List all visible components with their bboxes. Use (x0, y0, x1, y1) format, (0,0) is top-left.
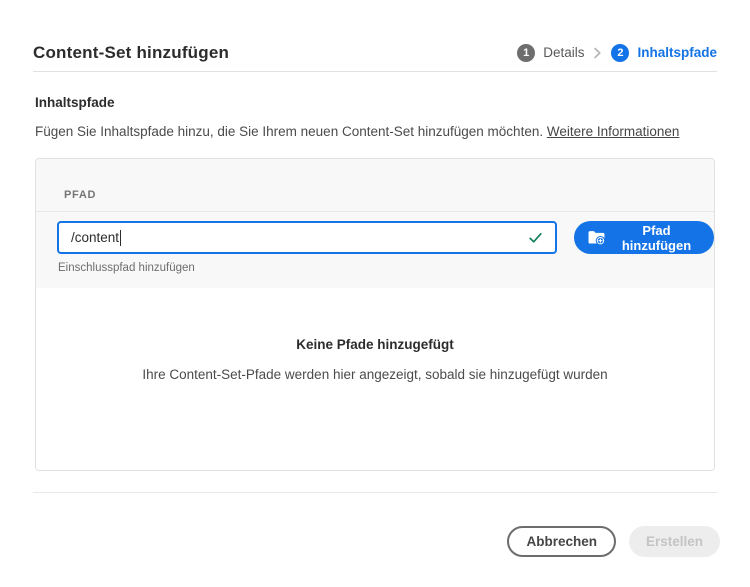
page-title: Content-Set hinzufügen (33, 42, 230, 62)
path-input[interactable]: /content (57, 221, 557, 254)
footer-divider (33, 492, 717, 493)
step-details[interactable]: 1 Details (517, 43, 585, 62)
valid-checkmark-icon (528, 231, 543, 250)
step-inhaltspfade[interactable]: 2 Inhaltspfade (611, 43, 717, 62)
empty-state-title: Keine Pfade hinzugefügt (296, 337, 454, 352)
section-heading: Inhaltspfade (35, 95, 115, 110)
step-number-badge: 2 (611, 43, 630, 62)
create-button[interactable]: Erstellen (628, 526, 720, 557)
content-paths-card: PFAD /content Pfad hinzufügen Einschluss… (35, 158, 715, 471)
folder-add-icon (588, 230, 605, 245)
add-path-button-label: Pfad hinzufügen (621, 222, 692, 253)
more-info-link[interactable]: Weitere Informationen (547, 124, 680, 139)
empty-state-description: Ihre Content-Set-Pfade werden hier angez… (142, 367, 608, 382)
column-divider (36, 211, 714, 212)
path-column-header: PFAD (64, 189, 97, 201)
step-label: Details (543, 45, 585, 60)
step-label: Inhaltspfade (637, 45, 717, 60)
section-description: Fügen Sie Inhaltspfade hinzu, die Sie Ih… (35, 124, 679, 139)
path-form-section: PFAD /content Pfad hinzufügen Einschluss… (36, 159, 714, 288)
path-helper-text: Einschlusspfad hinzufügen (58, 262, 195, 274)
cancel-button[interactable]: Abbrechen (507, 526, 616, 557)
path-input-value: /content (71, 230, 120, 245)
dialog-header: Content-Set hinzufügen 1 Details 2 Inhal… (33, 0, 717, 72)
chevron-right-icon (593, 47, 602, 59)
footer-actions: Abbrechen Erstellen (507, 526, 720, 557)
add-path-button[interactable]: Pfad hinzufügen (574, 221, 714, 254)
empty-state: Keine Pfade hinzugefügt Ihre Content-Set… (36, 288, 714, 470)
wizard-stepper: 1 Details 2 Inhaltspfade (517, 43, 717, 62)
description-text: Fügen Sie Inhaltspfade hinzu, die Sie Ih… (35, 124, 544, 139)
step-number-badge: 1 (517, 43, 536, 62)
text-caret (120, 229, 122, 246)
